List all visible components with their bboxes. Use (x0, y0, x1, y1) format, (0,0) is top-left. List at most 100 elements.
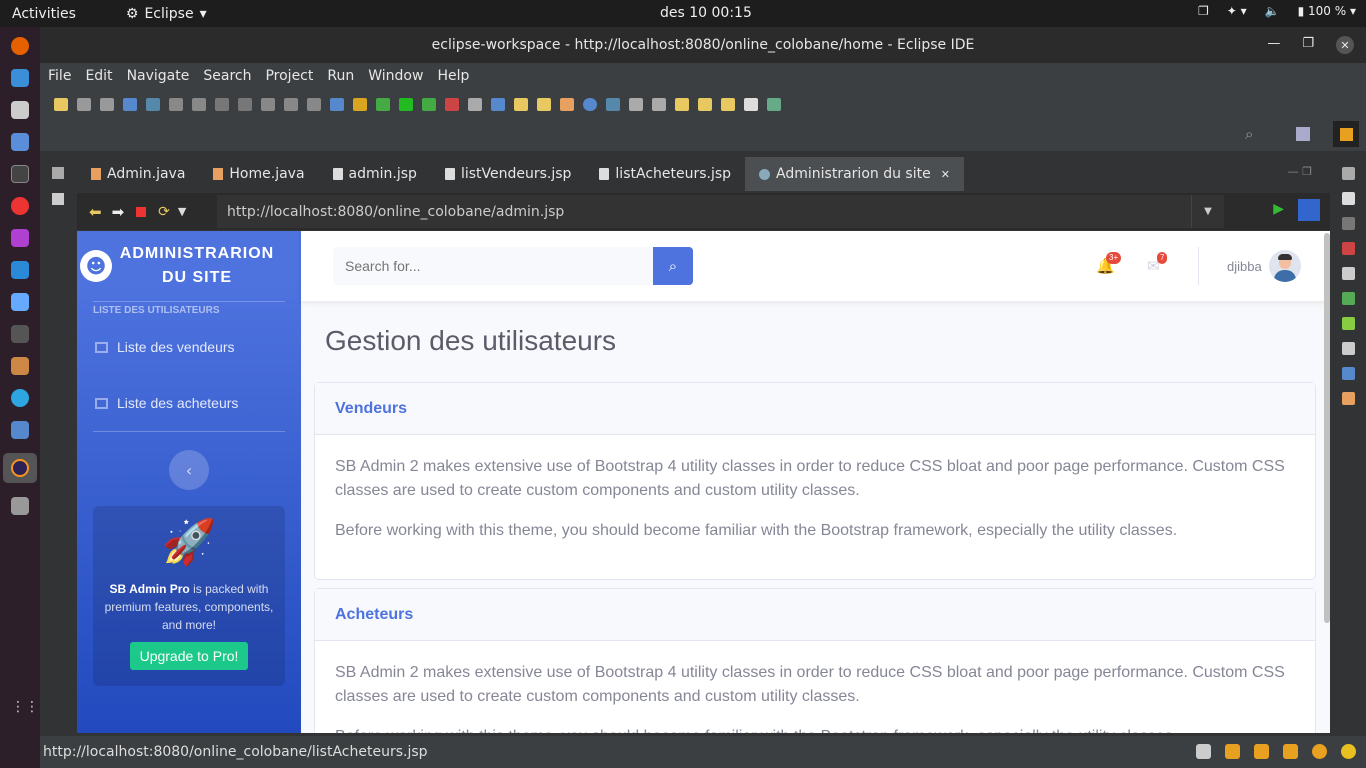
disk-icon[interactable] (11, 497, 29, 515)
perspective-switch-icon[interactable] (1296, 127, 1310, 141)
messages-dropdown[interactable]: ✉ 7 (1147, 252, 1168, 275)
search-icon[interactable]: ⌕ (1245, 125, 1253, 143)
close-button[interactable]: ✕ (1336, 36, 1354, 54)
menu-file[interactable]: File (48, 68, 71, 84)
app-grid-icon[interactable]: ⋮⋮ (11, 699, 39, 717)
tab-browser[interactable]: Administrarion du site ✕ (745, 157, 964, 191)
last-edit-icon[interactable] (675, 97, 689, 111)
menu-help[interactable]: Help (437, 68, 469, 84)
new-server-icon[interactable] (468, 97, 482, 111)
open-type-icon[interactable] (514, 97, 528, 111)
save-all-icon[interactable] (100, 97, 114, 111)
avatar[interactable] (1269, 250, 1301, 282)
accessibility-icon[interactable]: ✦ ▾ (1227, 4, 1247, 18)
volume-icon[interactable]: 🔈 (1265, 4, 1280, 18)
data-source-icon[interactable] (1341, 317, 1355, 330)
chevron-down-icon[interactable]: ▼ (178, 205, 186, 218)
refresh-icon[interactable]: ⟳ (158, 204, 170, 220)
menu-project[interactable]: Project (265, 68, 313, 84)
sidebar-item-vendeurs[interactable]: Liste des vendeurs (77, 319, 301, 375)
step-into-icon[interactable] (261, 97, 275, 111)
files-icon[interactable] (11, 101, 29, 119)
run-coverage-icon[interactable] (422, 97, 436, 111)
outline-icon[interactable] (1341, 192, 1355, 205)
sidebar-item-acheteurs[interactable]: Liste des acheteurs (77, 375, 301, 431)
build-icon[interactable] (353, 97, 367, 111)
previous-annotation-icon[interactable] (652, 97, 666, 111)
clock[interactable]: des 10 00:15 (660, 5, 752, 21)
new-class-icon[interactable] (491, 97, 505, 111)
menu-edit[interactable]: Edit (85, 68, 112, 84)
battery-status[interactable]: ▮ 100 % ▾ (1298, 4, 1356, 18)
restore-icon[interactable] (1341, 217, 1355, 230)
screen-icon[interactable] (11, 421, 29, 439)
package-icon[interactable] (11, 293, 29, 311)
sidebar-toggle-button[interactable]: ‹ (169, 450, 209, 490)
sidebar-brand[interactable]: ☻ ADMINISTRARION DU SITE (77, 231, 301, 301)
open-task-icon[interactable] (537, 97, 551, 111)
tutorial-icon[interactable] (1254, 744, 1269, 759)
vscode-icon[interactable] (11, 261, 29, 279)
menu-navigate[interactable]: Navigate (127, 68, 190, 84)
chrome-icon[interactable] (11, 197, 29, 215)
eclipse-dock-item[interactable] (3, 453, 37, 483)
update-icon[interactable] (1196, 744, 1211, 759)
new-icon[interactable] (54, 97, 68, 111)
resume-icon[interactable] (169, 97, 183, 111)
go-icon[interactable]: ▶ (1273, 201, 1284, 217)
app-menu[interactable]: ⚙ Eclipse ▾ (126, 6, 207, 22)
url-history-dropdown[interactable]: ▼ (1191, 195, 1224, 228)
back-arrow-icon[interactable]: ⬅ (89, 203, 102, 221)
activities-button[interactable]: Activities (12, 6, 76, 22)
progress-icon[interactable] (1341, 392, 1355, 405)
close-tab-icon[interactable]: ✕ (941, 168, 950, 181)
console-icon[interactable] (123, 97, 137, 111)
restore-icon[interactable] (52, 167, 64, 179)
restore-icon[interactable] (1341, 167, 1355, 180)
run-icon[interactable] (399, 97, 413, 111)
markers-icon[interactable] (1341, 242, 1355, 255)
system-monitor-icon[interactable] (11, 325, 29, 343)
menu-search[interactable]: Search (203, 68, 251, 84)
properties-icon[interactable] (1341, 267, 1355, 280)
search-tool-icon[interactable] (560, 97, 574, 111)
step-over-icon[interactable] (284, 97, 298, 111)
search-input[interactable] (333, 247, 653, 285)
use-step-filters-icon[interactable] (330, 97, 344, 111)
snippets-icon[interactable] (1341, 342, 1355, 355)
search-button[interactable]: ⌕ (653, 247, 693, 285)
external-tools-icon[interactable] (445, 97, 459, 111)
next-annotation-icon[interactable] (629, 97, 643, 111)
firefox-icon[interactable] (11, 37, 29, 55)
alerts-dropdown[interactable]: 🔔 3+ (1096, 252, 1122, 275)
url-field[interactable]: http://localhost:8080/online_colobane/ad… (217, 195, 1224, 228)
user-name[interactable]: djibba (1227, 259, 1262, 274)
forward-icon[interactable] (721, 97, 735, 111)
window-switch-icon[interactable]: ❐ (1198, 4, 1209, 18)
tip-icon[interactable] (1341, 744, 1356, 759)
pencil-icon[interactable] (1283, 744, 1298, 759)
forward-arrow-icon[interactable]: ➡ (112, 203, 125, 221)
terminate-icon[interactable] (215, 97, 229, 111)
console-view-icon[interactable] (1341, 367, 1355, 380)
upgrade-button[interactable]: Upgrade to Pro! (129, 642, 249, 670)
smiley-icon[interactable] (1312, 744, 1327, 759)
tab-home-java[interactable]: Home.java (199, 157, 318, 191)
debug-icon[interactable] (376, 97, 390, 111)
menu-window[interactable]: Window (368, 68, 423, 84)
tab-admin-jsp[interactable]: admin.jsp (319, 157, 431, 191)
document-icon[interactable] (11, 133, 29, 151)
disconnect-icon[interactable] (238, 97, 252, 111)
tab-listvendeurs-jsp[interactable]: listVendeurs.jsp (431, 157, 585, 191)
thunderbird-icon[interactable] (11, 69, 29, 87)
open-view-icon[interactable] (767, 97, 781, 111)
menu-run[interactable]: Run (327, 68, 354, 84)
java-ee-perspective[interactable] (1333, 121, 1359, 147)
terminal-icon[interactable] (11, 165, 29, 183)
open-browser-icon[interactable] (583, 97, 597, 111)
minimize-button[interactable]: — (1267, 36, 1280, 54)
save-icon[interactable] (77, 97, 91, 111)
back-icon[interactable] (698, 97, 712, 111)
system-tray[interactable]: ❐ ✦ ▾ 🔈 ▮ 100 % ▾ (1198, 4, 1356, 18)
minimize-icon[interactable]: — (1288, 165, 1299, 178)
